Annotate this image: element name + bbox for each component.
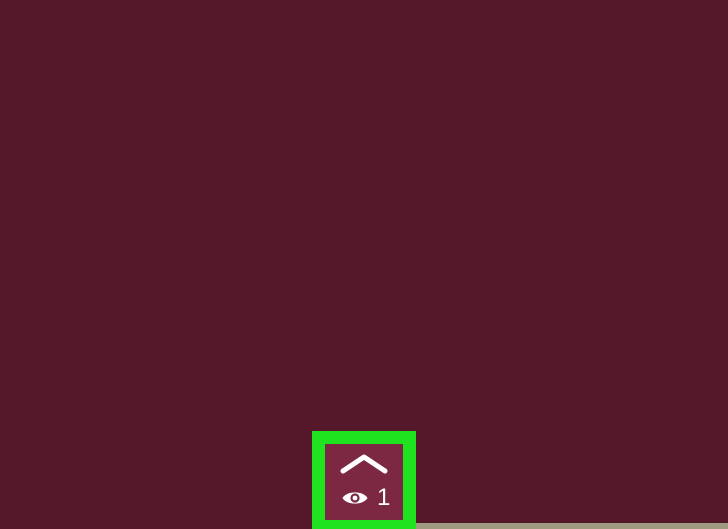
viewer-count: 1 bbox=[377, 484, 391, 511]
viewer-count-row: 1 bbox=[341, 484, 390, 512]
eye-icon bbox=[342, 492, 368, 504]
bottom-strip bbox=[415, 523, 728, 529]
viewers-toggle-button[interactable]: 1 bbox=[325, 444, 403, 520]
chevron-up-icon bbox=[340, 454, 388, 474]
